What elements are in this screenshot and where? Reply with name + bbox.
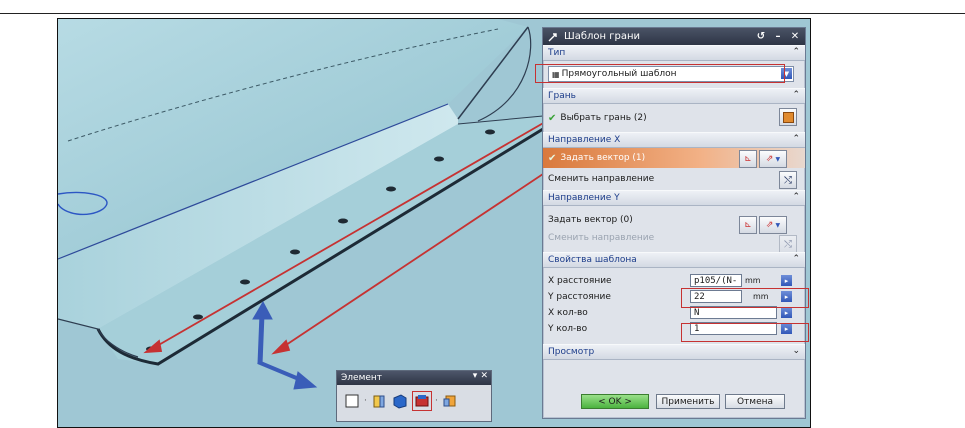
section-preview-header[interactable]: Просмотр ⌄ — [543, 344, 805, 360]
chevron-up-icon[interactable]: ⌃ — [792, 254, 800, 264]
reverse-direction-icon: ⤭ — [784, 238, 792, 250]
cube-face-icon — [782, 111, 794, 123]
dropdown-dot: · — [364, 396, 367, 406]
reverse-direction-y-button[interactable]: ⤭ — [779, 235, 797, 253]
select-face-label: Выбрать грань (2) — [560, 113, 647, 123]
section-type-header[interactable]: Тип ⌃ — [543, 45, 805, 61]
specify-vector-y-label: Задать вектор (0) — [548, 215, 633, 225]
inferred-vector-icon: ⇗ — [765, 220, 774, 230]
block-icon[interactable] — [391, 392, 409, 410]
sketch-icon[interactable] — [343, 392, 361, 410]
checkmark-icon: ✔ — [548, 152, 557, 164]
select-face-row[interactable]: ✔ Выбрать грань (2) — [548, 110, 800, 126]
x-distance-unit: mm — [745, 276, 761, 285]
dropdown-dot: · — [435, 396, 438, 406]
ok-button[interactable]: < OK > — [581, 394, 649, 409]
section-face-header[interactable]: Грань ⌃ — [543, 88, 805, 104]
reverse-direction-x-label: Сменить направление — [548, 174, 655, 184]
dialog-icon — [546, 30, 560, 44]
section-type-title: Тип — [548, 48, 566, 58]
inferred-vector-icon: ⇗ — [765, 154, 774, 164]
section-dir-x-body: ✔ Задать вектор (1) ⊾ ⇗ ▼ Сменить направ… — [543, 148, 805, 190]
dropdown-arrow-icon: ▼ — [775, 155, 781, 163]
dialog-title: Шаблон грани — [564, 31, 640, 42]
reverse-direction-y-label: Сменить направление — [548, 233, 655, 243]
x-distance-label: X расстояние — [548, 276, 612, 286]
reverse-direction-x-button[interactable]: ⤭ — [779, 171, 797, 189]
face-pattern-icon[interactable] — [412, 391, 432, 411]
reverse-direction-icon: ⤭ — [784, 174, 792, 186]
face-pattern-dialog: Шаблон грани ↺ – ✕ Тип ⌃ ▦ Прямоугольный… — [535, 27, 809, 419]
face-select-button[interactable] — [779, 108, 797, 126]
section-dir-y-header[interactable]: Направление Y ⌃ — [543, 190, 805, 206]
section-props-header[interactable]: Свойства шаблона ⌃ — [543, 252, 805, 268]
vector-constructor-icon: ⊾ — [744, 220, 752, 230]
reverse-direction-y-row: Сменить направление — [543, 230, 805, 246]
dropdown-arrow-icon: ▼ — [775, 221, 781, 229]
x-count-label: X кол-во — [548, 308, 588, 318]
reverse-direction-x-row: Сменить направление — [543, 170, 805, 188]
vector-dialog-button[interactable]: ⊾ — [739, 150, 757, 168]
element-toolbar: Элемент ▾ ✕ · · — [336, 370, 492, 422]
apply-button[interactable]: Применить — [656, 394, 720, 409]
checkmark-icon: ✔ — [548, 112, 557, 124]
dialog-title-bar[interactable]: Шаблон грани ↺ – ✕ — [543, 28, 805, 45]
reset-icon[interactable]: ↺ — [754, 30, 768, 44]
chevron-up-icon[interactable]: ⌃ — [792, 47, 800, 57]
dialog-button-bar: < OK > Применить Отмена — [543, 390, 805, 416]
x-count-options-button[interactable]: ▸ — [781, 307, 792, 318]
chevron-up-icon[interactable]: ⌃ — [792, 134, 800, 144]
toolbar-menu-and-close-icons[interactable]: ▾ ✕ — [473, 371, 488, 381]
section-props-title: Свойства шаблона — [548, 255, 637, 265]
minimize-button[interactable]: – — [771, 30, 785, 44]
element-toolbar-title-bar[interactable]: Элемент ▾ ✕ — [337, 371, 491, 385]
vector-type-dropdown[interactable]: ⇗ ▼ — [759, 150, 787, 168]
specify-vector-x-label: Задать вектор (1) — [560, 153, 646, 163]
extrude-icon[interactable] — [370, 392, 388, 410]
element-toolbar-title: Элемент — [341, 373, 383, 383]
highlight-type-select — [535, 64, 785, 83]
section-dir-y-body: Задать вектор (0) ⊾ ⇗ ▼ Сменить направле… — [543, 210, 805, 253]
highlight-x-count — [681, 323, 809, 342]
chevron-down-icon[interactable]: ⌄ — [792, 346, 800, 356]
chevron-up-icon[interactable]: ⌃ — [792, 192, 800, 202]
chevron-up-icon[interactable]: ⌃ — [792, 90, 800, 100]
section-face-title: Грань — [548, 91, 576, 101]
y-distance-label: Y расстояние — [548, 292, 611, 302]
vector-constructor-icon: ⊾ — [744, 154, 752, 164]
top-rule — [0, 13, 965, 14]
cancel-button[interactable]: Отмена — [725, 394, 785, 409]
cylinder-icon[interactable] — [441, 392, 459, 410]
x-distance-options-button[interactable]: ▸ — [781, 275, 792, 286]
y-count-label: Y кол-во — [548, 324, 588, 334]
section-dir-y-title: Направление Y — [548, 193, 620, 203]
highlight-x-distance — [681, 288, 809, 308]
x-distance-input[interactable]: p105/(N- — [690, 274, 742, 287]
element-toolbar-icons: · · — [343, 391, 459, 411]
section-face-body: ✔ Выбрать грань (2) — [543, 104, 805, 132]
section-preview-title: Просмотр — [548, 347, 595, 357]
close-button[interactable]: ✕ — [788, 30, 802, 44]
section-dir-x-header[interactable]: Направление X ⌃ — [543, 132, 805, 148]
section-dir-x-title: Направление X — [548, 135, 621, 145]
